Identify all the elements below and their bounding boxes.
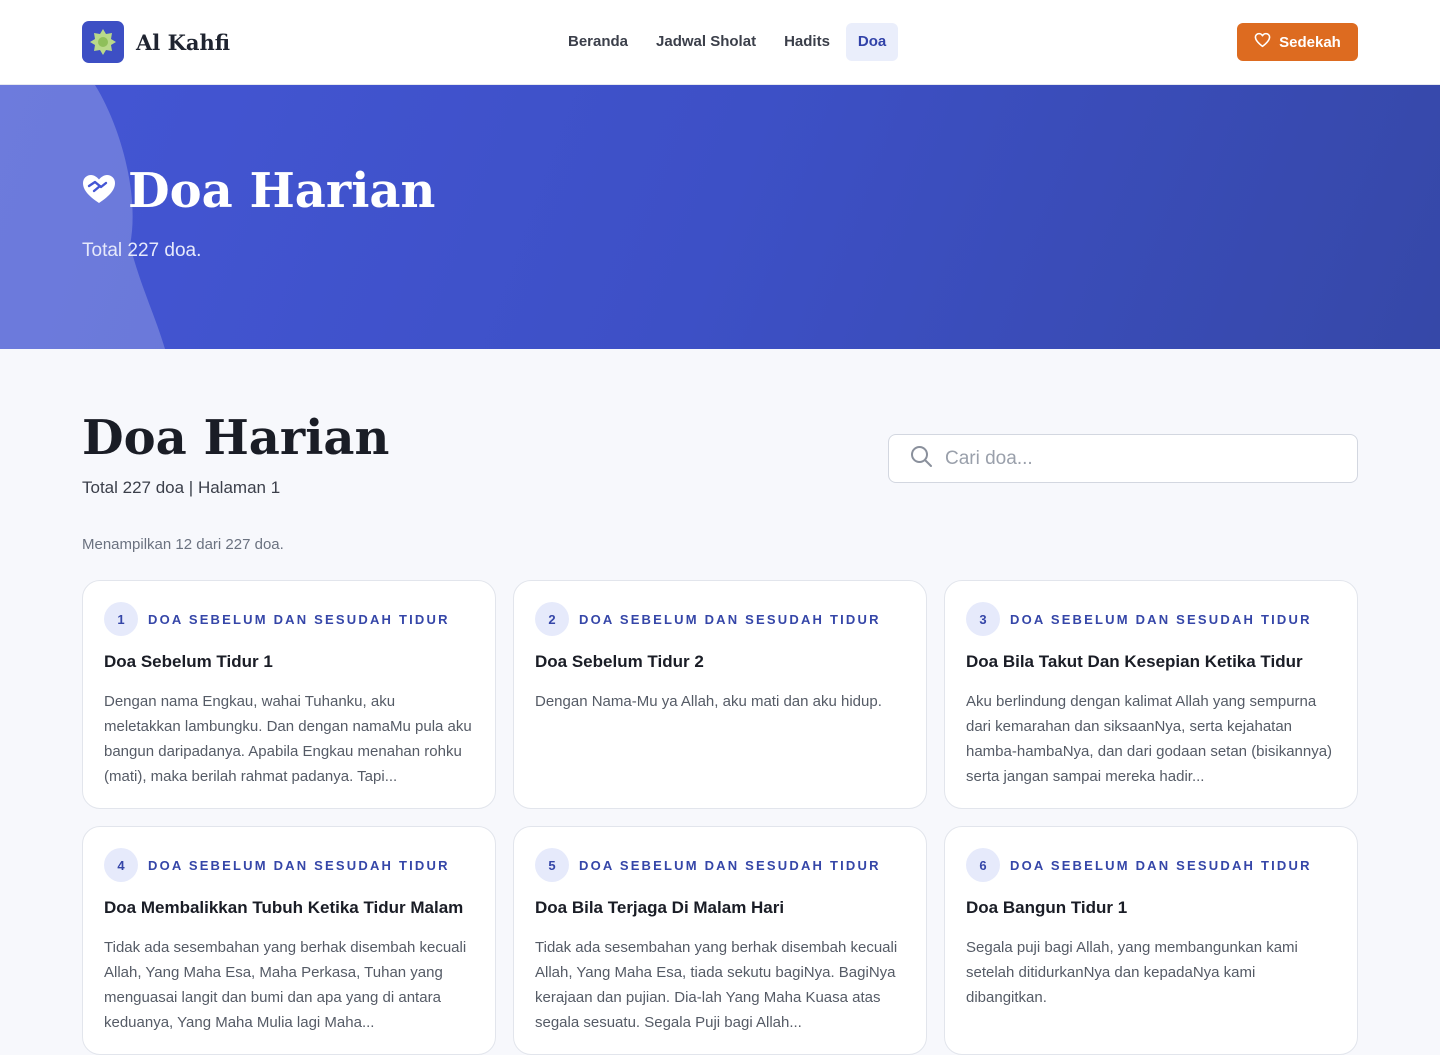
page-subtitle: Total 227 doa | Halaman 1 xyxy=(82,478,281,497)
card-category: DOA SEBELUM DAN SESUDAH TIDUR xyxy=(1010,611,1312,627)
search-input[interactable] xyxy=(945,447,1325,470)
star-logo-icon xyxy=(82,21,124,63)
search-box[interactable] xyxy=(888,434,1358,483)
doa-card[interactable]: 3 DOA SEBELUM DAN SESUDAH TIDUR Doa Bila… xyxy=(944,580,1358,809)
hero-banner: Doa Harian Total 227 doa. xyxy=(0,85,1440,349)
nav-doa[interactable]: Doa xyxy=(845,23,899,61)
card-title: Doa Sebelum Tidur 2 xyxy=(535,652,704,671)
top-navbar: Al Kahfi Beranda Jadwal Sholat Hadits Do… xyxy=(0,0,1440,85)
search-icon xyxy=(909,444,933,473)
card-number: 4 xyxy=(104,848,138,882)
card-title: Doa Bila Terjaga Di Malam Hari xyxy=(535,898,785,917)
card-text: Tidak ada sesembahan yang berhak disemba… xyxy=(535,939,898,1031)
card-text: Dengan Nama-Mu ya Allah, aku mati dan ak… xyxy=(535,693,882,710)
card-text: Aku berlindung dengan kalimat Allah yang… xyxy=(966,693,1333,785)
sedekah-button[interactable]: Sedekah xyxy=(1237,23,1358,61)
hero-subtitle: Total 227 doa. xyxy=(82,240,202,261)
card-number: 1 xyxy=(104,602,138,636)
doa-card[interactable]: 1 DOA SEBELUM DAN SESUDAH TIDUR Doa Sebe… xyxy=(82,580,496,809)
doa-card[interactable]: 5 DOA SEBELUM DAN SESUDAH TIDUR Doa Bila… xyxy=(513,826,927,1055)
page-title: Doa Harian xyxy=(82,410,390,466)
doa-card[interactable]: 4 DOA SEBELUM DAN SESUDAH TIDUR Doa Memb… xyxy=(82,826,496,1055)
heart-handshake-icon xyxy=(80,172,118,211)
card-number: 3 xyxy=(966,602,1000,636)
card-number: 5 xyxy=(535,848,569,882)
card-number: 6 xyxy=(966,848,1000,882)
doa-card[interactable]: 2 DOA SEBELUM DAN SESUDAH TIDUR Doa Sebe… xyxy=(513,580,927,809)
card-title: Doa Bangun Tidur 1 xyxy=(966,898,1128,917)
card-category: DOA SEBELUM DAN SESUDAH TIDUR xyxy=(1010,857,1312,873)
card-title: Doa Membalikkan Tubuh Ketika Tidur Malam xyxy=(104,898,464,917)
doa-grid: 1 DOA SEBELUM DAN SESUDAH TIDUR Doa Sebe… xyxy=(82,580,1358,1055)
card-category: DOA SEBELUM DAN SESUDAH TIDUR xyxy=(579,611,881,627)
card-text: Segala puji bagi Allah, yang membangunka… xyxy=(966,939,1298,1006)
brand-name: Al Kahfi xyxy=(136,29,230,55)
card-category: DOA SEBELUM DAN SESUDAH TIDUR xyxy=(579,857,881,873)
main-nav: Beranda Jadwal Sholat Hadits Doa xyxy=(556,23,899,61)
card-text: Dengan nama Engkau, wahai Tuhanku, aku m… xyxy=(104,693,472,785)
doa-card[interactable]: 6 DOA SEBELUM DAN SESUDAH TIDUR Doa Bang… xyxy=(944,826,1358,1055)
card-category: DOA SEBELUM DAN SESUDAH TIDUR xyxy=(148,611,450,627)
card-number: 2 xyxy=(535,602,569,636)
card-text: Tidak ada sesembahan yang berhak disemba… xyxy=(104,939,467,1031)
card-title: Doa Bila Takut Dan Kesepian Ketika Tidur xyxy=(966,652,1303,671)
nav-hadits[interactable]: Hadits xyxy=(772,23,842,61)
card-title: Doa Sebelum Tidur 1 xyxy=(104,652,273,671)
hero-heading: Doa Harian xyxy=(128,163,436,219)
nav-jadwal-sholat[interactable]: Jadwal Sholat xyxy=(644,23,768,61)
result-count: Menampilkan 12 dari 227 doa. xyxy=(82,536,284,553)
card-category: DOA SEBELUM DAN SESUDAH TIDUR xyxy=(148,857,450,873)
brand[interactable]: Al Kahfi xyxy=(82,21,230,63)
hero-title: Doa Harian xyxy=(80,163,435,219)
sedekah-label: Sedekah xyxy=(1279,33,1341,51)
heart-icon xyxy=(1254,32,1271,52)
nav-beranda[interactable]: Beranda xyxy=(556,23,640,61)
